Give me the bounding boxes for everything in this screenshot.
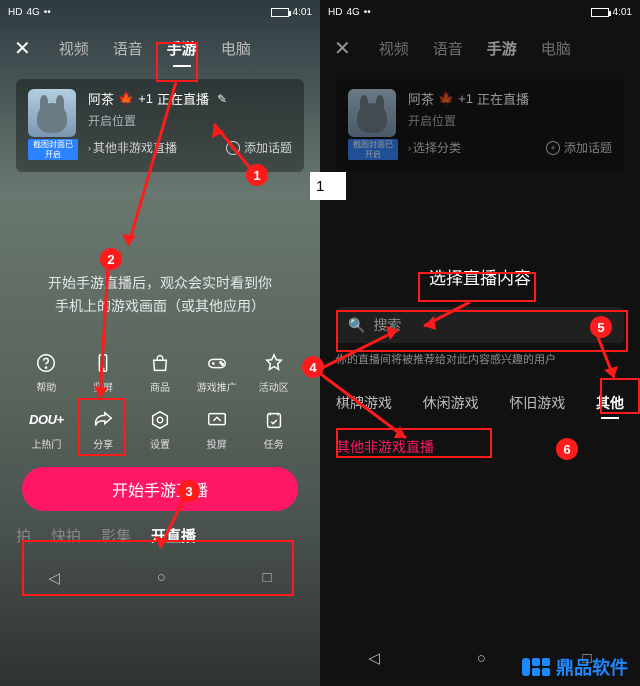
stream-title[interactable]: 阿茶 🍁 +1 正在直播 ✎ — [88, 89, 292, 108]
battery-icon — [271, 8, 289, 17]
plus-circle-icon: + — [226, 141, 240, 155]
status-bar-r: HD 4G •• 4:01 — [320, 0, 640, 24]
activity-button[interactable]: 活动区 — [248, 351, 300, 394]
close-icon-r[interactable]: ✕ — [334, 36, 351, 61]
search-icon: 🔍 — [348, 317, 365, 334]
help-icon — [34, 351, 58, 375]
top-tabs: ✕ 视频 语音 手游 电脑 — [0, 24, 320, 71]
start-stream-button[interactable]: 开始手游直播 — [22, 467, 298, 511]
avatar-caption: 截图封面已开启 — [28, 139, 78, 160]
cat-casual[interactable]: 休闲游戏 — [423, 393, 479, 413]
nav-back-icon[interactable]: ◁ — [368, 649, 380, 667]
tab-voice[interactable]: 语音 — [111, 34, 145, 63]
cat-board[interactable]: 棋牌游戏 — [336, 393, 392, 413]
phone-left: HD 4G •• 4:01 ✕ 视频 语音 手游 电脑 截图封面已开启 阿茶 🍁… — [0, 0, 320, 686]
android-nav: ◁ ○ □ — [0, 558, 320, 598]
nav-home-icon[interactable]: ○ — [477, 650, 486, 667]
nav-home-icon[interactable]: ○ — [157, 569, 166, 586]
sub-category-item[interactable]: 其他非游戏直播 — [336, 437, 624, 457]
bottom-tab-live[interactable]: 开直播 — [151, 525, 196, 546]
cast-button[interactable]: 投屏 — [191, 408, 243, 451]
category-chip-r[interactable]: 选择分类 — [413, 139, 461, 156]
nav-back-icon[interactable]: ◁ — [48, 569, 60, 587]
tasks-icon — [262, 408, 286, 432]
dou-icon: DOU+ — [34, 408, 58, 432]
panel-title: 选择直播内容 — [320, 264, 640, 289]
settings-button[interactable]: 设置 — [134, 408, 186, 451]
star-icon — [262, 351, 286, 375]
battery-icon — [591, 8, 609, 17]
dou-button[interactable]: DOU+上热门 — [20, 408, 72, 451]
cat-retro[interactable]: 怀旧游戏 — [509, 393, 565, 413]
cast-icon — [205, 408, 229, 432]
chevron-right-icon: › — [88, 143, 91, 153]
status-net: 4G — [26, 7, 39, 18]
add-topic-button[interactable]: + 添加话题 — [226, 139, 292, 156]
enable-location[interactable]: 开启位置 — [88, 112, 292, 129]
watermark: 鼎品软件 — [522, 654, 628, 680]
watermark-logo-icon — [522, 658, 550, 676]
status-hd: HD — [8, 7, 22, 18]
portrait-icon — [91, 351, 115, 375]
share-button[interactable]: 分享 — [77, 408, 129, 451]
game-promo-button[interactable]: 游戏推广 — [191, 351, 243, 394]
tab-video[interactable]: 视频 — [57, 34, 91, 63]
tab-pc[interactable]: 电脑 — [219, 34, 253, 63]
nav-recent-icon[interactable]: □ — [263, 569, 272, 586]
icon-row-1: 帮助 竖屏 商品 游戏推广 活动区 — [0, 351, 320, 394]
hint-text: 开始手游直播后，观众会实时看到你 手机上的游戏画面（或其他应用） — [0, 272, 320, 317]
category-chip[interactable]: 其他非游戏直播 — [93, 139, 177, 156]
add-topic-button-r[interactable]: +添加话题 — [546, 139, 612, 156]
avatar-r — [348, 89, 396, 137]
close-icon[interactable]: ✕ — [14, 36, 31, 61]
shop-icon — [148, 351, 172, 375]
bottom-tab-shoot[interactable]: 拍 — [16, 525, 31, 546]
settings-icon — [148, 408, 172, 432]
edit-icon[interactable]: ✎ — [217, 92, 227, 106]
tab-mobile-game[interactable]: 手游 — [165, 34, 199, 63]
bottom-tab-quick[interactable]: 快拍 — [51, 525, 81, 546]
orientation-button[interactable]: 竖屏 — [77, 351, 129, 394]
share-icon — [91, 408, 115, 432]
profile-card: 截图封面已开启 阿茶 🍁 +1 正在直播 ✎ 开启位置 › 其他非游戏直播 + … — [16, 79, 304, 172]
annotation-input[interactable]: 1 — [310, 172, 346, 200]
gamepad-icon — [205, 351, 229, 375]
shop-button[interactable]: 商品 — [134, 351, 186, 394]
search-hint: 你的直播间将被推荐给对此内容感兴趣的用户 — [336, 351, 624, 367]
status-bar: HD 4G •• 4:01 — [0, 0, 320, 24]
help-button[interactable]: 帮助 — [20, 351, 72, 394]
tasks-button[interactable]: 任务 — [248, 408, 300, 451]
category-row: 棋牌游戏 休闲游戏 怀旧游戏 其他 — [336, 393, 624, 413]
leaf-icon: 🍁 — [118, 91, 134, 107]
bottom-tab-album[interactable]: 影集 — [101, 525, 131, 546]
phone-right: HD 4G •• 4:01 ✕ 视频 语音 手游 电脑 截图封面已开启 阿茶🍁+… — [320, 0, 640, 686]
icon-row-2: DOU+上热门 分享 设置 投屏 任务 — [0, 408, 320, 451]
cat-other[interactable]: 其他 — [596, 393, 624, 413]
status-time: 4:01 — [293, 7, 312, 18]
avatar[interactable] — [28, 89, 76, 137]
bottom-tabs: 拍 快拍 影集 开直播 — [0, 511, 320, 546]
search-input[interactable]: 🔍 搜索 — [336, 307, 624, 343]
